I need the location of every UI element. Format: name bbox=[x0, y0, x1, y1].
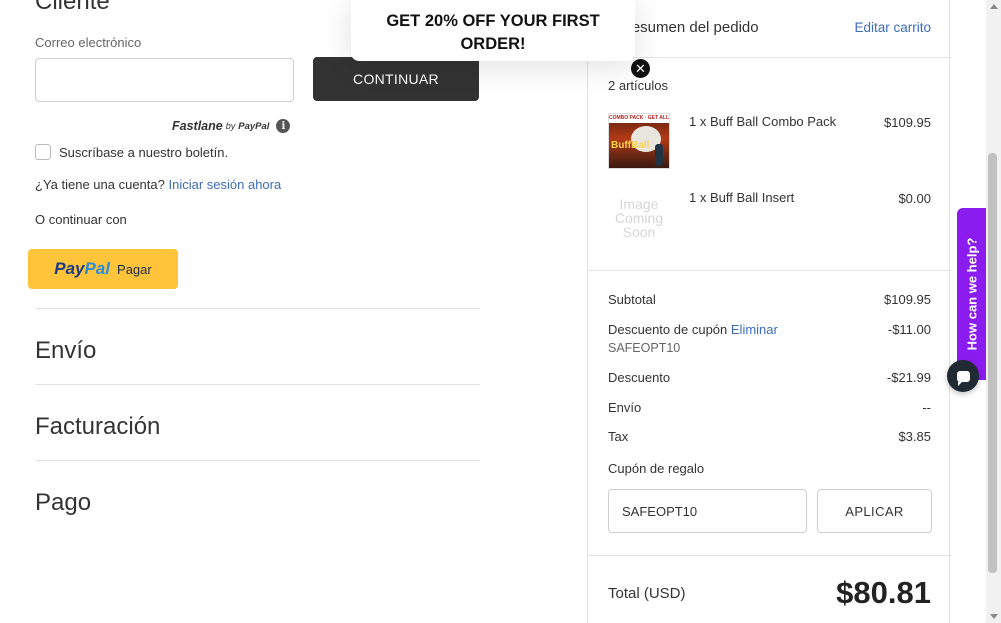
customer-section-title: Cliente bbox=[35, 0, 110, 15]
coupon-discount-label: Descuento de cupón bbox=[608, 322, 728, 337]
item-price: $0.00 bbox=[898, 191, 931, 206]
login-link[interactable]: Iniciar sesión ahora bbox=[168, 177, 281, 192]
email-field[interactable] bbox=[35, 58, 294, 102]
thumbnail-banner: COMBO PACK · GET ALL 4 bbox=[609, 114, 669, 130]
paypal-logo-pay: Pay bbox=[54, 259, 85, 278]
subtotal-label: Subtotal bbox=[608, 292, 656, 307]
promo-line-2: ORDER! bbox=[460, 35, 526, 53]
step-shipping[interactable]: Envío bbox=[35, 308, 480, 364]
fastlane-wordmark: Fastlane bbox=[172, 119, 223, 133]
paypal-button[interactable]: Pay Pal Pagar bbox=[28, 249, 178, 289]
shipping-label: Envío bbox=[608, 400, 642, 415]
total-label: Total (USD) bbox=[608, 585, 686, 602]
remove-coupon-link[interactable]: Eliminar bbox=[731, 322, 778, 337]
chat-icon[interactable] bbox=[947, 360, 979, 392]
account-prompt: ¿Ya tiene una cuenta? Iniciar sesión aho… bbox=[35, 177, 281, 192]
step-billing[interactable]: Facturación bbox=[35, 384, 480, 440]
paypal-logo-pal: Pal bbox=[84, 259, 111, 278]
total-value: $80.81 bbox=[836, 575, 931, 610]
info-icon[interactable]: i bbox=[276, 119, 291, 133]
promo-popup[interactable]: GET 20% OFF YOUR FIRST ORDER! bbox=[351, 0, 635, 61]
scroll-thumb[interactable] bbox=[988, 153, 997, 573]
email-label: Correo electrónico bbox=[35, 35, 142, 50]
step-payment[interactable]: Pago bbox=[35, 460, 480, 516]
thumbnail-wordmark: BuffBall bbox=[611, 140, 650, 151]
summary-title: Resumen del pedido bbox=[621, 19, 759, 36]
discount-value: -$21.99 bbox=[886, 370, 931, 385]
close-icon[interactable]: ✕ bbox=[631, 59, 650, 78]
order-summary: Resumen del pedido Editar carrito 2 artí… bbox=[587, 0, 951, 623]
page-scrollbar[interactable] bbox=[986, 0, 1001, 623]
divider bbox=[588, 270, 951, 271]
thumbnail-figure bbox=[655, 144, 663, 166]
account-question: ¿Ya tiene una cuenta? bbox=[35, 177, 165, 192]
shipping-value: -- bbox=[922, 400, 931, 415]
promo-line-1: GET 20% OFF YOUR FIRST bbox=[386, 12, 600, 30]
item-name: 1 x Buff Ball Insert bbox=[689, 190, 795, 205]
tax-value: $3.85 bbox=[898, 429, 931, 444]
fastlane-paypal: PayPal bbox=[238, 120, 270, 132]
scroll-up-arrow-icon[interactable] bbox=[990, 4, 998, 9]
subtotal-value: $109.95 bbox=[884, 292, 931, 307]
help-tab[interactable]: How can we help? bbox=[957, 208, 987, 380]
edit-cart-link[interactable]: Editar carrito bbox=[854, 20, 931, 35]
fastlane-branding: Fastlane by PayPal i bbox=[172, 119, 291, 133]
gift-coupon-label: Cupón de regalo bbox=[608, 461, 705, 476]
step-billing-title: Facturación bbox=[35, 413, 161, 440]
image-placeholder: Image Coming Soon bbox=[614, 196, 664, 240]
divider bbox=[588, 57, 951, 58]
tax-label: Tax bbox=[608, 429, 629, 444]
or-continue-label: O continuar con bbox=[35, 212, 127, 227]
help-tab-label: How can we help? bbox=[964, 237, 980, 351]
continue-button[interactable]: CONTINUAR bbox=[313, 57, 479, 101]
newsletter-checkbox[interactable] bbox=[35, 144, 51, 160]
newsletter-option[interactable]: Suscríbase a nuestro boletín. bbox=[35, 144, 228, 160]
apply-coupon-button[interactable]: APLICAR bbox=[817, 489, 932, 533]
applied-coupon-code: SAFEOPT10 bbox=[608, 341, 681, 355]
gift-coupon-input[interactable] bbox=[608, 489, 807, 533]
newsletter-label: Suscríbase a nuestro boletín. bbox=[59, 144, 229, 160]
divider bbox=[588, 555, 951, 556]
coupon-discount-value: -$11.00 bbox=[887, 322, 931, 337]
product-thumbnail: COMBO PACK · GET ALL 4 BuffBall bbox=[608, 113, 670, 169]
discount-label: Descuento bbox=[608, 370, 671, 385]
coupon-discount-row: Descuento de cupón Eliminar bbox=[608, 322, 778, 337]
item-count: 2 artículos bbox=[608, 78, 668, 93]
scroll-down-arrow-icon[interactable] bbox=[990, 614, 998, 619]
item-name: 1 x Buff Ball Combo Pack bbox=[689, 114, 837, 129]
step-payment-title: Pago bbox=[35, 489, 92, 516]
paypal-action-label: Pagar bbox=[117, 261, 152, 277]
item-price: $109.95 bbox=[884, 115, 931, 130]
fastlane-by: by bbox=[225, 121, 236, 131]
step-shipping-title: Envío bbox=[35, 337, 97, 364]
